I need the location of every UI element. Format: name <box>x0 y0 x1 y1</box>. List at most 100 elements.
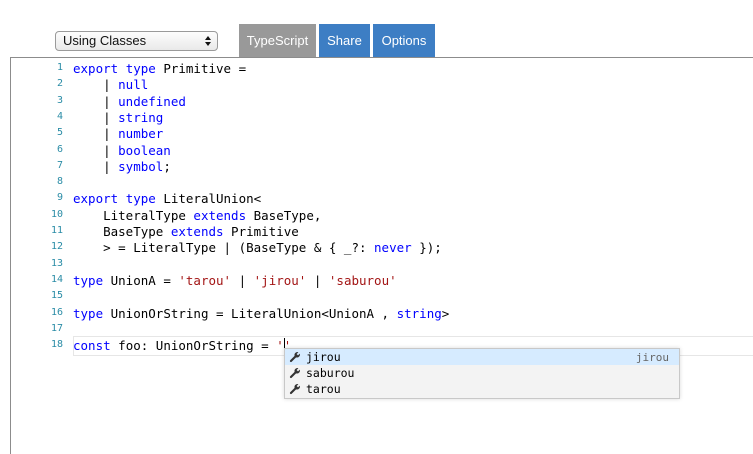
code-text: | null <box>73 77 148 93</box>
keyword-token: export <box>73 61 119 76</box>
code-token: | <box>73 93 119 109</box>
keyword-token: export <box>73 191 119 207</box>
code-token: UnionOrString = LiteralUnion<UnionA , <box>103 305 397 321</box>
code-line: 9 export type LiteralUnion< <box>11 191 751 207</box>
code-line: 4 | string <box>11 110 751 126</box>
keyword-token: string <box>118 109 164 125</box>
code-line: 1 export type Primitive = <box>11 61 751 77</box>
code-text: LiteralType extends BaseType, <box>73 208 321 224</box>
code-text: | undefined <box>73 94 186 110</box>
line-number: 9 <box>56 192 63 204</box>
code-text: type UnionOrString = LiteralUnion<UnionA… <box>73 306 449 322</box>
code-line: 3 | undefined <box>11 94 751 110</box>
line-number: 12 <box>50 241 63 253</box>
code-line: 14 type UnionA = 'tarou' | 'jirou' | 'sab… <box>11 273 751 289</box>
keyword-token: symbol <box>118 158 164 174</box>
code-token: | <box>73 158 119 174</box>
keyword-token: type <box>73 305 104 321</box>
tab-share-label: Share <box>327 33 362 48</box>
code-token: | <box>73 77 119 93</box>
suggestion-item[interactable]: saburou <box>285 365 679 381</box>
keyword-token: never <box>374 240 412 256</box>
string-token: 'tarou' <box>178 272 232 288</box>
keyword-token: type <box>125 61 156 76</box>
code-line: 2 | null <box>11 77 751 93</box>
code-line: 7 | symbol; <box>11 159 751 175</box>
line-number: 2 <box>56 78 63 90</box>
code-line: 12 > = LiteralType | (BaseType & { _?: n… <box>11 240 751 256</box>
string-token: 'saburou' <box>328 272 397 288</box>
suggestion-label: tarou <box>306 382 341 396</box>
keyword-token: type <box>73 272 104 288</box>
keyword-token: boolean <box>118 142 171 158</box>
keyword-token: undefined <box>118 93 186 109</box>
line-number: 10 <box>50 208 63 220</box>
example-select[interactable]: Using Classes <box>55 31 218 51</box>
code-line: 8 <box>11 175 751 191</box>
line-number: 5 <box>56 127 63 139</box>
code-token: LiteralType <box>73 207 194 223</box>
code-token: BaseType, <box>246 207 322 223</box>
example-select-value: Using Classes <box>63 33 147 48</box>
suggestion-label: saburou <box>306 366 355 380</box>
tab-typescript-label: TypeScript <box>246 33 309 48</box>
code-line: 5 | number <box>11 126 751 142</box>
wrench-icon <box>289 352 300 363</box>
code-text: | string <box>73 110 163 126</box>
code-text: export type Primitive = <box>73 61 246 77</box>
code-token: | <box>306 272 329 288</box>
line-number: 14 <box>50 273 63 285</box>
suggestion-label: jirou <box>306 350 341 364</box>
code-token: BaseType <box>73 224 171 239</box>
code-token: Primitive <box>223 224 299 239</box>
line-number: 8 <box>56 176 63 188</box>
line-number: 16 <box>50 306 63 318</box>
line-number: 3 <box>56 94 63 106</box>
line-number: 18 <box>50 339 63 351</box>
line-number: 6 <box>56 143 63 155</box>
code-line: 11 BaseType extends Primitive <box>11 224 751 240</box>
select-arrows-icon <box>205 36 211 46</box>
code-token: > <box>441 305 450 321</box>
line-number: 1 <box>56 62 63 73</box>
code-text: | number <box>73 126 163 142</box>
code-text: > = LiteralType | (BaseType & { _?: neve… <box>73 240 442 256</box>
tab-share[interactable]: Share <box>319 24 370 57</box>
code-token: | <box>231 272 254 288</box>
keyword-token: number <box>118 126 164 142</box>
tab-typescript[interactable]: TypeScript <box>239 24 316 57</box>
code-text: type UnionA = 'tarou' | 'jirou' | 'sabur… <box>73 273 397 289</box>
autocomplete-suggestions[interactable]: jirou jirou saburou tarou <box>284 348 680 399</box>
line-number: 15 <box>50 290 63 302</box>
code-token: | <box>73 126 119 142</box>
line-number: 13 <box>50 257 63 269</box>
keyword-token: extends <box>170 224 224 239</box>
suggestion-item[interactable]: tarou <box>285 381 679 397</box>
tab-options[interactable]: Options <box>373 24 435 57</box>
suggestion-item[interactable]: jirou jirou <box>285 349 679 365</box>
code-token: UnionA = <box>103 272 179 288</box>
line-number: 11 <box>50 225 63 236</box>
keyword-token: null <box>118 77 149 93</box>
tab-options-label: Options <box>381 33 427 48</box>
keyword-token: extends <box>193 207 247 223</box>
string-token: 'jirou' <box>253 272 307 288</box>
code-token: ; <box>163 158 171 174</box>
line-number: 7 <box>56 159 63 171</box>
wrench-icon <box>289 368 300 379</box>
code-token: }); <box>411 240 442 256</box>
code-line: 10 LiteralType extends BaseType, <box>11 208 751 224</box>
wrench-icon <box>289 384 300 395</box>
line-number: 4 <box>56 110 63 122</box>
code-token: Primitive = <box>155 61 247 76</box>
keyword-token: type <box>125 191 156 207</box>
code-text: export type LiteralUnion< <box>73 191 261 207</box>
code-token: LiteralUnion< <box>155 191 262 207</box>
keyword-token: string <box>396 305 442 321</box>
code-token: | <box>73 109 119 125</box>
code-token: | <box>73 142 119 158</box>
line-number: 17 <box>50 322 63 334</box>
code-line: 6 | boolean <box>11 143 751 159</box>
